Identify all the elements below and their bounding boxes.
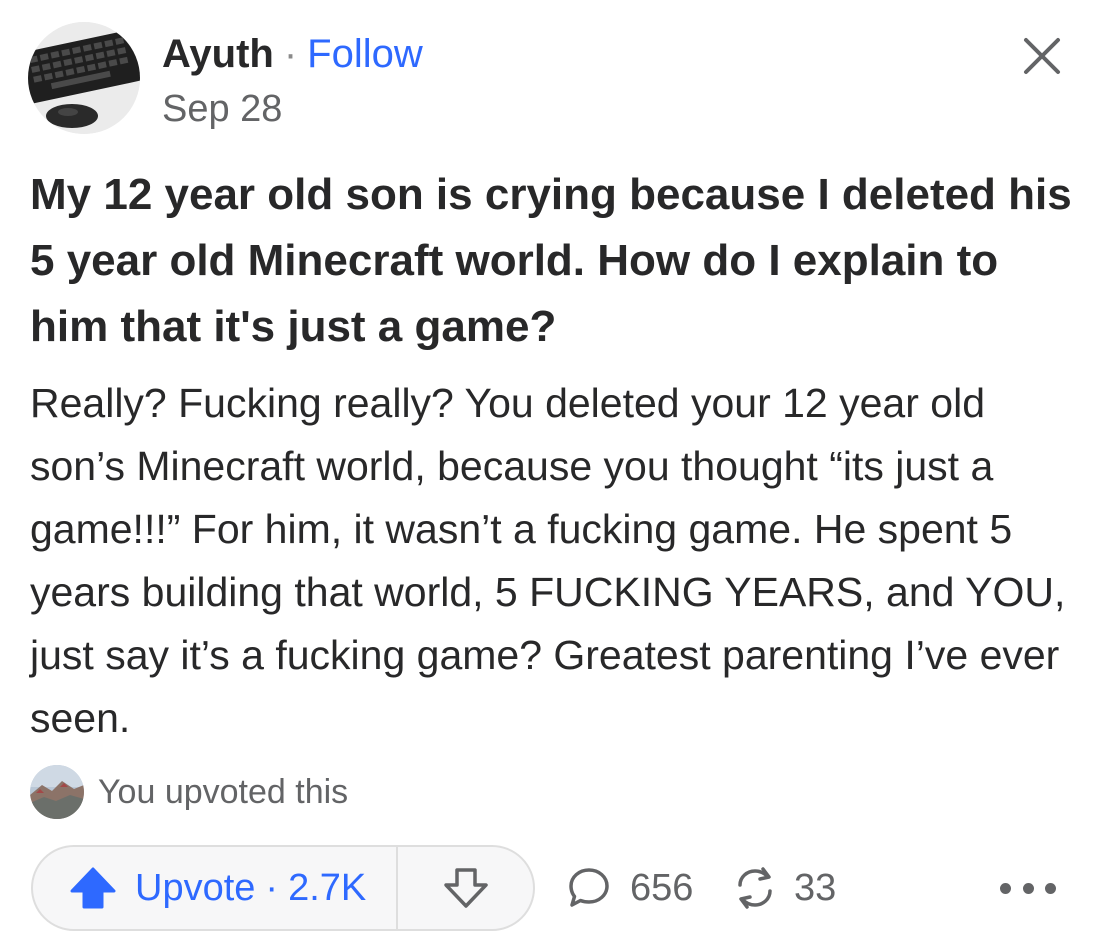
comment-count: 656	[630, 866, 694, 909]
post-date: Sep 28	[162, 88, 283, 130]
author-name[interactable]: Ayuth	[162, 32, 274, 76]
follow-button[interactable]: Follow	[307, 32, 423, 76]
answer-body: Really? Fucking really? You deleted your…	[30, 380, 1066, 741]
separator-dot: ·	[283, 32, 298, 76]
downvote-button[interactable]	[398, 847, 533, 929]
author-line: Ayuth · Follow	[162, 30, 423, 78]
keyboard-photo-icon	[28, 22, 140, 134]
upvote-button[interactable]: Upvote · 2.7K	[33, 847, 396, 929]
more-dot-icon	[1022, 882, 1034, 894]
author-avatar[interactable]	[28, 22, 140, 134]
upvote-arrow-icon	[70, 867, 116, 909]
share-button[interactable]: 33	[730, 858, 836, 918]
upvote-label: Upvote	[135, 866, 256, 909]
vote-pill: Upvote · 2.7K	[31, 845, 535, 931]
close-icon	[1024, 38, 1060, 74]
reshare-icon	[738, 867, 772, 909]
question-title[interactable]: My 12 year old son is crying because I d…	[30, 162, 1075, 360]
landscape-photo-icon	[30, 765, 84, 819]
share-count: 33	[794, 866, 837, 909]
more-dot-icon	[1000, 882, 1011, 894]
user-avatar	[30, 765, 84, 819]
close-button[interactable]	[1016, 30, 1068, 82]
upvote-separator: ·	[265, 866, 279, 909]
upvote-note-text: You upvoted this	[98, 772, 349, 811]
more-dot-icon	[1045, 882, 1056, 894]
more-options-button[interactable]	[1000, 868, 1056, 908]
comment-button[interactable]: 656	[566, 858, 693, 918]
upvote-note: You upvoted this	[30, 764, 348, 820]
comment-bubble-icon	[569, 868, 609, 907]
upvote-count: 2.7K	[288, 866, 367, 909]
downvote-arrow-icon	[443, 868, 488, 908]
